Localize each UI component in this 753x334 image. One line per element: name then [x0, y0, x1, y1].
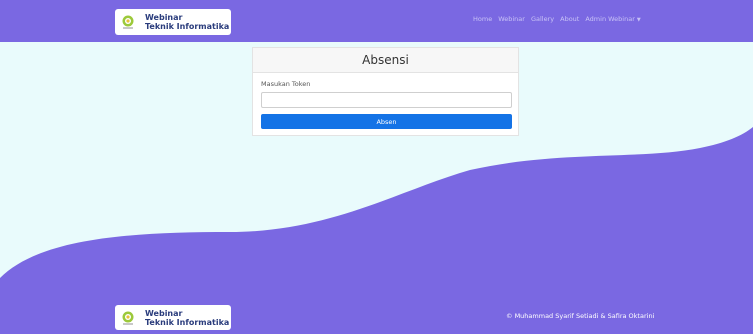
footer-brand-line2: Teknik Informatika [145, 317, 230, 327]
token-input[interactable] [261, 92, 512, 108]
copyright-text: Muhammad Syarif Setiadi & Safira Oktarin… [514, 312, 655, 320]
absen-button[interactable]: Absen [261, 114, 512, 129]
footer-brand-line1: Webinar [145, 308, 183, 318]
card-title: Absensi [253, 48, 518, 73]
copyright: © Muhammad Syarif Setiadi & Safira Oktar… [506, 312, 654, 320]
token-label: Masukan Token [261, 80, 311, 88]
footer-brand[interactable]: Webinar Teknik Informatika [115, 305, 231, 330]
logo-icon [120, 310, 136, 326]
absensi-card: Absensi Masukan Token Absen [252, 47, 519, 136]
copyright-icon: © [506, 312, 513, 320]
footer-brand-text: Webinar Teknik Informatika [145, 309, 229, 327]
